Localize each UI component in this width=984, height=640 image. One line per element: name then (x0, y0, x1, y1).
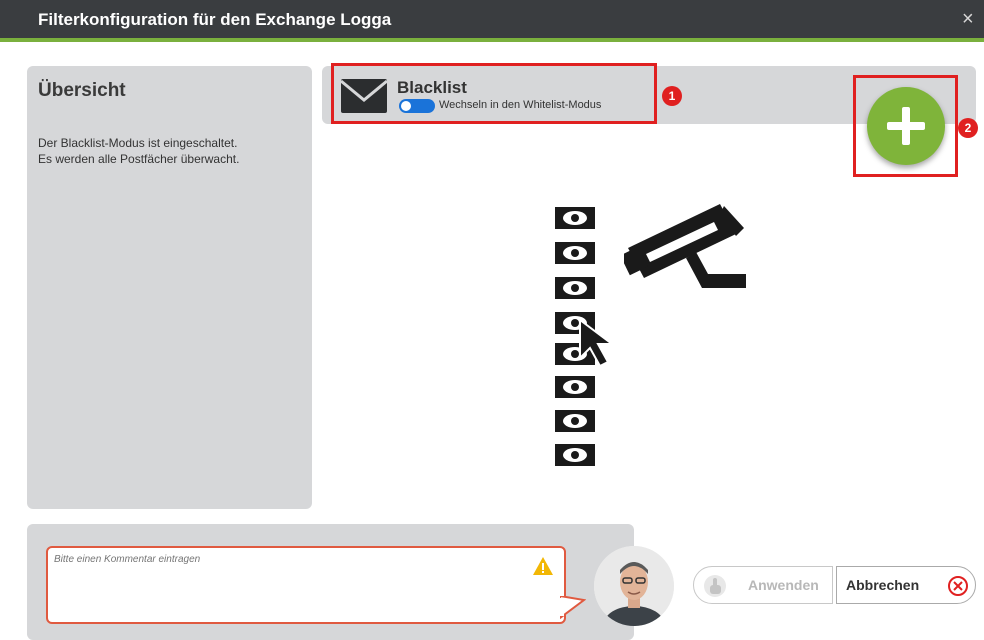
cancel-label: Abbrechen (846, 577, 920, 593)
highlight-box-mode (331, 63, 657, 124)
overview-panel: Übersicht Der Blacklist-Modus ist einges… (27, 66, 312, 509)
mouse-pointer-icon (579, 318, 615, 368)
overview-heading: Übersicht (38, 80, 126, 101)
overview-line: Der Blacklist-Modus ist eingeschaltet. (38, 136, 238, 150)
eye-envelope-icon (555, 242, 595, 264)
eye-envelope-icon (555, 410, 595, 432)
security-camera-icon (624, 204, 746, 288)
cancel-button[interactable]: Abbrechen (836, 566, 976, 604)
title-bar: Filterkonfiguration für den Exchange Log… (0, 0, 984, 42)
eye-envelope-icon (555, 277, 595, 299)
eye-envelope-icon (555, 207, 595, 229)
window-title: Filterkonfiguration für den Exchange Log… (38, 10, 392, 29)
warning-icon (533, 557, 553, 575)
speech-tail (560, 596, 586, 620)
overview-line: Es werden alle Postfächer überwacht. (38, 152, 240, 166)
comment-input[interactable] (54, 554, 524, 565)
highlight-box-add (853, 75, 958, 177)
annotation-badge-1: 1 (662, 86, 682, 106)
apply-label: Anwenden (748, 577, 819, 593)
close-icon[interactable]: × (962, 8, 974, 31)
comment-area (46, 546, 586, 624)
eye-envelope-icon (555, 376, 595, 398)
avatar-image (594, 546, 674, 626)
annotation-badge-2: 2 (958, 118, 978, 138)
eye-envelope-icon (555, 444, 595, 466)
comment-box (46, 546, 566, 624)
cancel-circle-icon (948, 576, 968, 596)
apply-button[interactable]: Anwenden (693, 566, 833, 604)
touch-hand-icon (704, 575, 726, 597)
user-avatar (594, 546, 674, 626)
